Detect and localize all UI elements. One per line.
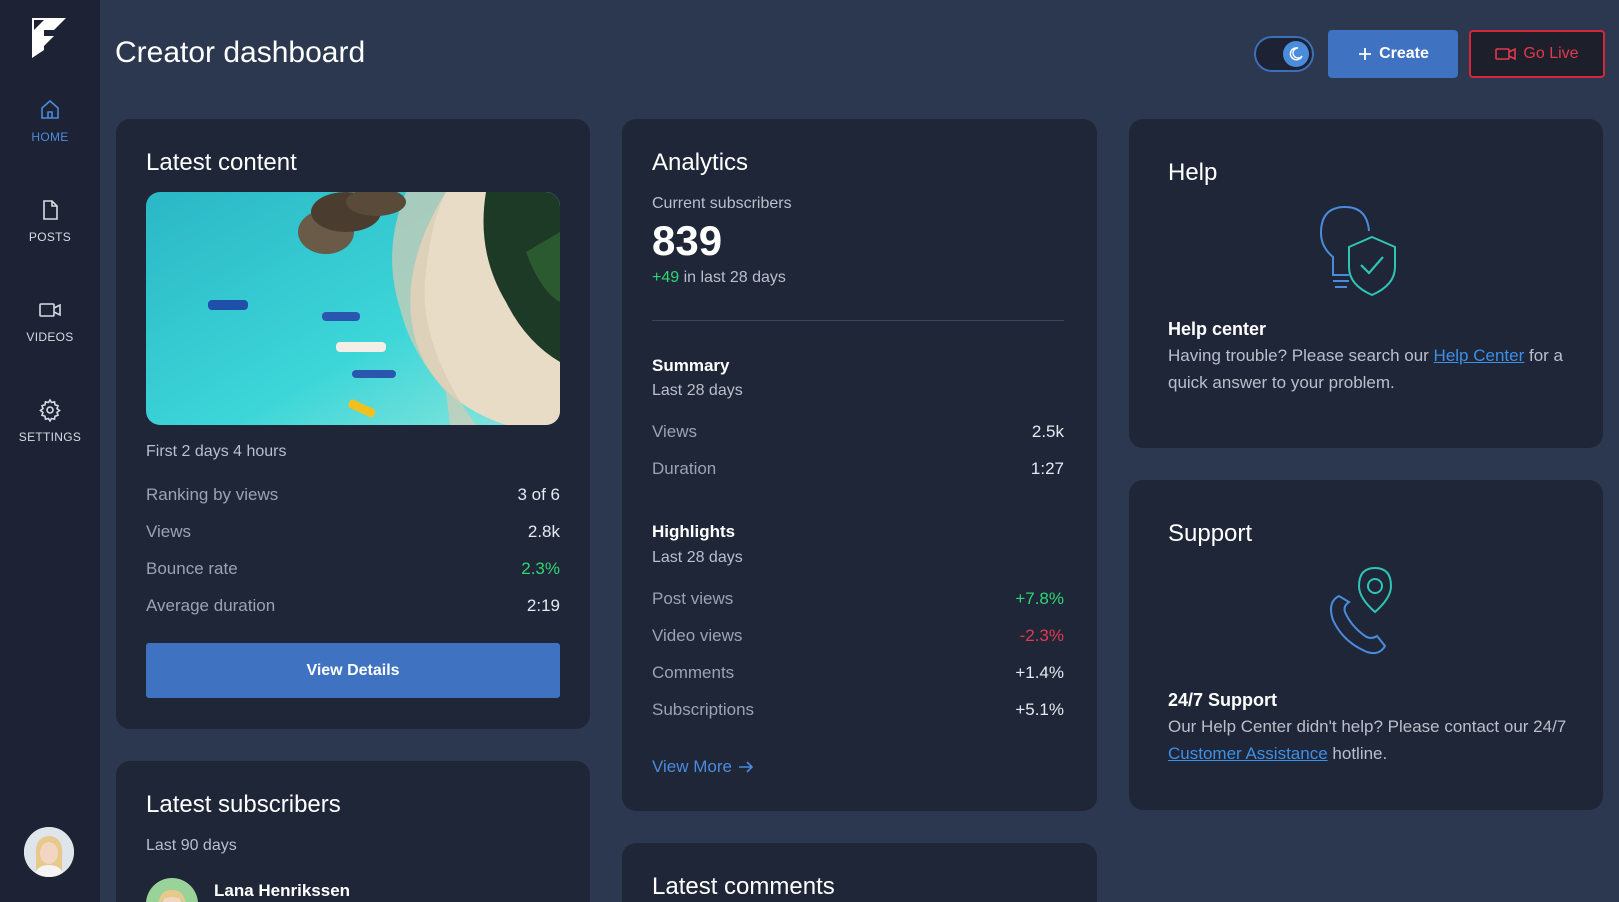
- stat-row: Ranking by views 3 of 6: [146, 485, 560, 504]
- highlight-row: Video views -2.3%: [652, 626, 1064, 645]
- summary-period: Last 28 days: [652, 382, 743, 399]
- summary-row: Duration 1:27: [652, 459, 1064, 478]
- customer-assistance-link[interactable]: Customer Assistance: [1168, 744, 1328, 763]
- gear-icon: [39, 398, 61, 422]
- subscribers-delta: +49 in last 28 days: [652, 269, 786, 286]
- support-text: Our Help Center didn't help? Please cont…: [1168, 717, 1567, 763]
- subscribers-count: 839: [652, 217, 723, 264]
- latest-comments-card: Latest comments: [622, 843, 1097, 902]
- subscriber-name[interactable]: Lana Henrikssen: [214, 881, 350, 901]
- stat-row: Views 2.8k: [146, 522, 560, 541]
- phone-location-icon: [1330, 566, 1393, 655]
- help-center-title: Help center: [1168, 319, 1267, 339]
- card-title: Support: [1168, 520, 1253, 547]
- page-title: Creator dashboard: [115, 36, 366, 69]
- create-button[interactable]: Create: [1328, 30, 1458, 78]
- support-title: 24/7 Support: [1168, 690, 1278, 710]
- sidebar-item-label: SETTINGS: [18, 430, 82, 444]
- card-title: Latest content: [146, 149, 297, 176]
- view-more-link[interactable]: View More: [652, 757, 754, 777]
- theme-toggle[interactable]: [1254, 36, 1314, 72]
- latest-subscribers-card: Latest subscribers Last 90 days Lana Hen…: [116, 761, 590, 902]
- user-avatar[interactable]: [24, 827, 74, 877]
- analytics-card: Analytics Current subscribers 839 +49 in…: [622, 119, 1097, 811]
- subscriber-avatar[interactable]: [146, 878, 198, 902]
- sidebar: HOME POSTS VIDEOS SETTINGS: [0, 0, 100, 902]
- content-thumbnail[interactable]: [146, 192, 560, 425]
- sidebar-item-settings[interactable]: SETTINGS: [0, 398, 100, 444]
- card-title: Latest subscribers: [146, 791, 341, 818]
- view-details-button[interactable]: View Details: [146, 643, 560, 698]
- content-period: First 2 days 4 hours: [146, 443, 287, 460]
- plus-icon: [1359, 48, 1372, 60]
- card-title: Help: [1168, 159, 1218, 186]
- sidebar-item-videos[interactable]: VIDEOS: [0, 298, 100, 344]
- video-icon: [1495, 47, 1517, 61]
- home-icon: [41, 99, 59, 119]
- moon-icon: [1283, 41, 1309, 67]
- lightbulb-shield-icon: [1319, 206, 1396, 297]
- help-text: Having trouble? Please search our Help C…: [1168, 346, 1564, 392]
- highlight-row: Post views +7.8%: [652, 589, 1064, 608]
- video-icon: [39, 303, 61, 317]
- stat-row: Bounce rate 2.3%: [146, 559, 560, 578]
- sidebar-item-label: VIDEOS: [26, 330, 74, 344]
- subscribers-label: Current subscribers: [652, 195, 792, 212]
- sidebar-item-label: HOME: [31, 130, 69, 144]
- go-live-button[interactable]: Go Live: [1469, 30, 1605, 78]
- brand-logo[interactable]: [30, 16, 68, 60]
- arrow-right-icon: [739, 761, 754, 773]
- sidebar-item-label: POSTS: [28, 230, 72, 244]
- help-card: Help Help center Having trouble? Please …: [1129, 119, 1603, 448]
- highlights-period: Last 28 days: [652, 549, 743, 566]
- highlight-row: Subscriptions +5.1%: [652, 700, 1064, 719]
- highlights-title: Highlights: [652, 522, 736, 541]
- support-card: Support 24/7 Support Our Help Center did…: [1129, 480, 1603, 810]
- summary-title: Summary: [652, 356, 730, 375]
- stat-row: Average duration 2:19: [146, 596, 560, 615]
- summary-row: Views 2.5k: [652, 422, 1064, 441]
- latest-content-card: Latest content First 2 days 4 hours Rank…: [116, 119, 590, 729]
- card-title: Latest comments: [652, 873, 835, 900]
- help-center-link[interactable]: Help Center: [1434, 346, 1525, 365]
- divider: [652, 320, 1064, 321]
- subscribers-period: Last 90 days: [146, 837, 237, 854]
- file-icon: [43, 200, 58, 220]
- highlight-row: Comments +1.4%: [652, 663, 1064, 682]
- sidebar-item-home[interactable]: HOME: [0, 98, 100, 144]
- card-title: Analytics: [652, 149, 749, 176]
- sidebar-item-posts[interactable]: POSTS: [0, 198, 100, 244]
